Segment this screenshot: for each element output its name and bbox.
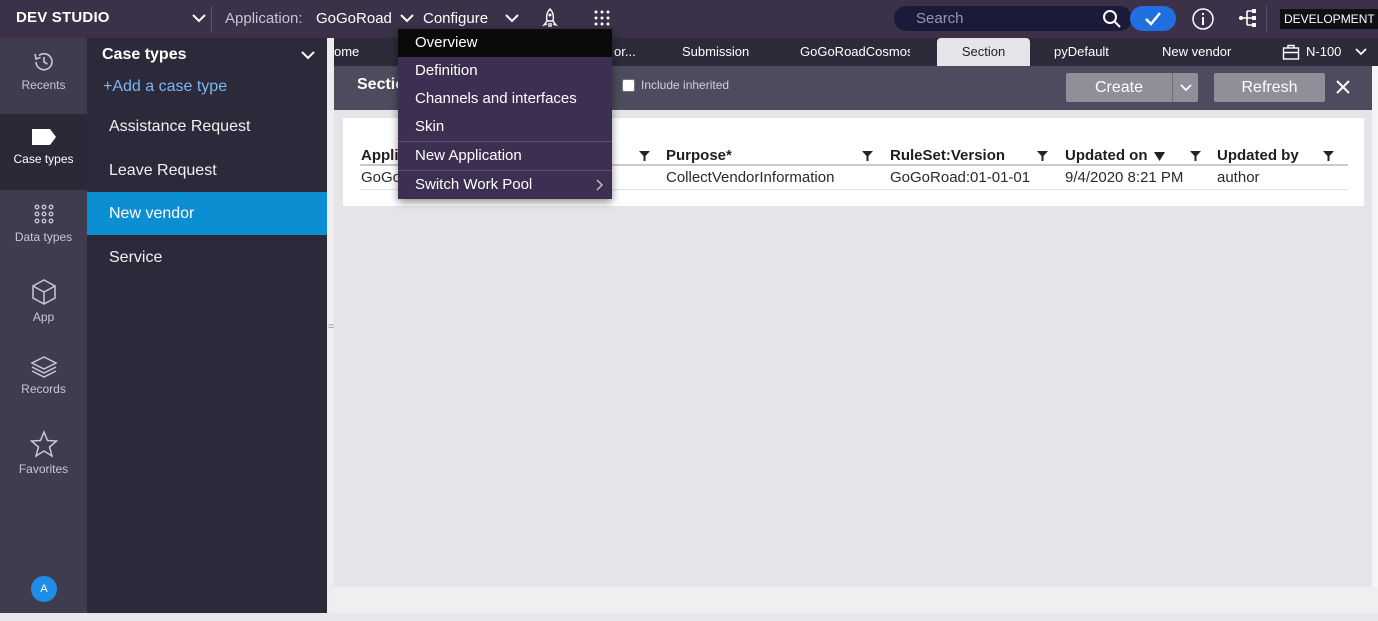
page-title: Section	[357, 76, 401, 93]
create-options-button[interactable]	[1172, 73, 1198, 102]
rail-item-label: Favorites	[18, 462, 69, 476]
application-chevron-icon[interactable]	[398, 9, 416, 27]
add-case-type-link[interactable]: +Add a case type	[103, 78, 227, 96]
os-taskbar	[0, 613, 1378, 621]
filter-icon[interactable]	[862, 151, 873, 162]
panel-title: Case types	[102, 46, 187, 63]
chevron-right-icon	[596, 179, 604, 191]
search-box	[894, 6, 1132, 31]
case-type-icon	[31, 129, 56, 145]
menu-item-overview[interactable]: Overview	[398, 29, 612, 57]
configure-dropdown-menu: Overview Definition Channels and interfa…	[398, 29, 612, 199]
search-submit-button[interactable]	[1130, 6, 1176, 31]
tab-home[interactable]: ome	[334, 38, 364, 66]
case-type-item[interactable]: Assistance Request	[87, 105, 327, 148]
sort-descending-icon[interactable]	[1154, 152, 1165, 161]
include-inherited-label: Include inherited	[641, 78, 730, 92]
menu-item-skin[interactable]: Skin	[398, 113, 612, 141]
tab-overflow-label[interactable]: N-100	[1306, 38, 1354, 66]
launch-rocket-icon[interactable]	[540, 7, 560, 29]
cell-ruleset-version: GoGoRoad:01-01-01	[890, 169, 1031, 186]
menu-item-switch-work-pool[interactable]: Switch Work Pool	[398, 171, 612, 199]
rail-item-data-types[interactable]: Data types	[0, 190, 87, 266]
case-type-item-selected[interactable]: New vendor	[87, 192, 327, 235]
rail-item-favorites[interactable]: Favorites	[0, 418, 87, 494]
menu-item-channels-and-interfaces[interactable]: Channels and interfaces	[398, 85, 612, 113]
hierarchy-icon[interactable]	[1237, 7, 1259, 29]
close-icon[interactable]	[1334, 78, 1352, 96]
search-input[interactable]	[916, 9, 1096, 28]
filter-icon[interactable]	[1037, 151, 1048, 162]
top-bar: DEV STUDIO Application: GoGoRoad Configu…	[0, 0, 1378, 38]
case-type-item[interactable]: Leave Request	[87, 149, 327, 192]
avatar[interactable]: A	[31, 576, 57, 602]
vertical-scrollbar[interactable]	[1372, 66, 1378, 587]
menu-item-new-application[interactable]: New Application	[398, 142, 612, 170]
rail-item-recents[interactable]: Recents	[0, 38, 87, 114]
panel-resize-handle[interactable]: =	[327, 38, 334, 613]
chevron-down-icon[interactable]	[1354, 45, 1368, 59]
tab-section[interactable]: Section	[937, 38, 1030, 66]
create-button[interactable]: Create	[1066, 73, 1172, 102]
application-label: Application:	[225, 10, 303, 27]
tab-pydefault[interactable]: pyDefault	[1054, 38, 1124, 66]
cell-purpose[interactable]: CollectVendorInformation	[666, 169, 834, 186]
rail-item-records[interactable]: Records	[0, 342, 87, 418]
layers-icon	[29, 356, 58, 378]
chevron-down-icon	[1180, 84, 1192, 92]
include-inherited-checkbox[interactable]	[622, 79, 635, 93]
rail-item-app[interactable]: App	[0, 266, 87, 342]
topbar-divider	[211, 6, 212, 32]
briefcase-icon[interactable]	[1282, 43, 1300, 61]
menu-item-label: Switch Work Pool	[415, 176, 533, 193]
search-icon[interactable]	[1102, 9, 1122, 29]
application-name[interactable]: GoGoRoad	[316, 10, 392, 27]
apps-grid-icon[interactable]	[594, 10, 610, 26]
tab-gogoroadcosmos[interactable]: GoGoRoadCosmos	[800, 38, 910, 66]
filter-icon[interactable]	[1323, 151, 1334, 162]
configure-chevron-icon[interactable]	[503, 9, 521, 27]
environment-badge: DEVELOPMENT	[1280, 9, 1378, 29]
menu-item-definition[interactable]: Definition	[398, 57, 612, 85]
rail-item-label: Data types	[14, 230, 73, 244]
filter-icon[interactable]	[1190, 151, 1201, 162]
rail-item-label: Records	[21, 382, 66, 396]
refresh-button[interactable]: Refresh	[1214, 73, 1325, 102]
tab-new-vendor[interactable]: New vendor	[1162, 38, 1242, 66]
chevron-down-icon[interactable]	[299, 46, 317, 64]
cube-icon	[31, 279, 56, 305]
horizontal-scroll-area	[334, 587, 1378, 613]
history-icon	[33, 52, 53, 71]
tab-truncated[interactable]: or...	[614, 38, 644, 66]
left-nav-rail: Recents Case types Data types App Record…	[0, 38, 87, 613]
rail-item-label: Case types	[13, 152, 74, 166]
topbar-divider	[1266, 6, 1267, 32]
cell-updated-by: author	[1217, 169, 1260, 186]
include-inherited-option[interactable]: Include inherited	[622, 78, 730, 93]
rail-item-case-types[interactable]: Case types	[0, 114, 87, 190]
studio-brand[interactable]: DEV STUDIO	[16, 9, 110, 26]
rail-item-label: Recents	[21, 78, 66, 92]
tab-submission[interactable]: Submission	[682, 38, 762, 66]
studio-switcher-chevron-icon[interactable]	[190, 9, 208, 27]
configure-menu[interactable]: Configure	[423, 10, 488, 27]
grip-icon: =	[328, 321, 335, 333]
case-type-item[interactable]: Service	[87, 236, 327, 279]
filter-icon[interactable]	[639, 151, 650, 162]
cell-updated-on: 9/4/2020 8:21 PM	[1065, 169, 1184, 186]
rail-item-label: App	[32, 310, 55, 324]
star-icon	[29, 430, 58, 458]
cell-application[interactable]: GoGo	[361, 169, 399, 186]
dots-grid-icon	[34, 204, 53, 224]
case-types-panel: Case types +Add a case type Assistance R…	[87, 38, 327, 613]
checkmark-icon	[1145, 12, 1161, 26]
info-icon[interactable]	[1191, 7, 1215, 31]
